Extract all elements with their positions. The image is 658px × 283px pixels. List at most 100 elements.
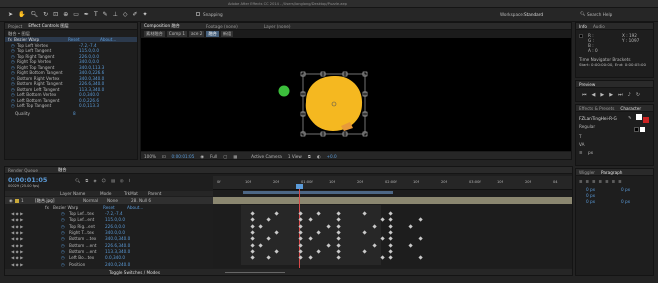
exposure-value[interactable]: +0.0 [326,154,336,159]
timeline-fx-icon[interactable]: fx [45,205,53,210]
tab-effects-presets[interactable]: Effects & Presets [579,106,614,111]
timeline-property-value[interactable]: -7.2,-7.4 [105,211,123,216]
property-value[interactable]: 340.0,340.0 [79,76,104,81]
tab-footage[interactable]: Footage (none) [206,24,238,29]
layer-name[interactable]: [融合.jpg] [35,198,83,204]
justify-left-icon[interactable]: ≡ [599,179,603,184]
breadcrumb-item[interactable]: 融合 [206,31,219,37]
timeline-effect-about[interactable]: About... [127,205,143,210]
grid-icon[interactable]: ▦ [233,154,237,159]
puppet-tool-icon[interactable]: ✦ [143,11,148,18]
property-value[interactable]: -7.2,-7.4 [79,43,97,48]
keyframe-marker[interactable] [418,255,423,260]
timeline-property-row[interactable]: ◀ ◆ ▶ ◷ Left Bo...tex 0.0,340.0 [5,255,213,260]
property-value[interactable]: 115.0,0.0 [79,48,99,53]
stopwatch-icon[interactable]: ◷ [61,236,69,241]
property-value[interactable]: 0.0,226.6 [79,98,99,103]
resolution-select[interactable]: Full [210,154,217,159]
camera-select[interactable]: Active Camera [251,154,282,159]
keyframe-marker[interactable] [418,217,423,223]
audio-icon[interactable]: ♪ [628,92,631,98]
breadcrumb-item[interactable]: 素材融合 [144,31,165,37]
effect-about-link[interactable]: About... [100,37,116,42]
timeline-property-row[interactable]: ◀ ◆ ▶ ◷ Bottom ...ent 113.3,340.0 [5,249,213,254]
keyframe-marker[interactable] [388,230,393,235]
keyframe-nav-icon[interactable]: ◀ ◆ ▶ [11,211,25,216]
draft-3d-icon[interactable]: ◈ [93,178,96,184]
timeline-property-value[interactable]: 113.3,340.0 [105,249,130,254]
stroke-color-swatch[interactable] [643,117,649,123]
timeline-property-value[interactable]: 0.0,340.0 [105,255,125,260]
property-value[interactable]: 226.6,340.0 [79,81,104,86]
align-center-icon[interactable]: ≡ [586,179,590,184]
keyframe-marker[interactable] [388,236,393,242]
keyframe-marker[interactable] [388,249,393,254]
stopwatch-icon[interactable]: ◷ [61,230,69,235]
timeline-property-row[interactable]: ◀ ◆ ▶ ◷ Position 240.0,240.0 [5,261,213,267]
tab-layer[interactable]: Layer (none) [264,24,291,29]
time-ruler[interactable]: 0f 10f 20f 01:00f 10f 20f 02:00f 10f 20f 03:00f 10… [213,176,572,190]
prev-frame-icon[interactable]: ◀ [592,92,596,98]
property-value[interactable]: 0.0,113.3 [79,103,99,108]
current-timecode[interactable]: 0:00:01:05 [172,154,195,159]
zoom-tool-icon[interactable]: 🔍︎ [31,11,39,18]
comp-mini-flowchart-icon[interactable]: ⧉ [85,178,88,184]
text-tool-icon[interactable]: T [94,11,98,18]
layer-parent-select[interactable]: 28. Null 6 [131,198,151,203]
timeline-property-row[interactable]: ◀ ◆ ▶ ◷ Bottom ...ent 226.6,340.0 [5,243,213,248]
keyframe-marker[interactable] [388,223,393,229]
snapping-checkbox[interactable] [196,12,200,16]
indent-right-value[interactable]: 0 px [621,187,630,192]
tab-info[interactable]: Info [579,24,587,29]
tab-render-queue[interactable]: Render Queue [8,168,38,173]
timeline-property-value[interactable]: 340.0,0.0 [105,230,125,235]
timeline-property-row[interactable]: ◀ ◆ ▶ ◷ Right T...tex 340.0,0.0 [5,230,213,235]
justify-all-icon[interactable]: ≡ [618,179,622,184]
timeline-property-row[interactable]: ◀ ◆ ▶ ◷ Top Lef...tex -7.2,-7.4 [5,211,213,216]
timeline-property-row[interactable]: ◀ ◆ ▶ ◷ Top Rig...ent 226.0,0.0 [5,224,213,229]
timeline-property-value[interactable]: 240.0,240.0 [105,262,130,267]
property-value[interactable]: 340.0,226.6 [79,70,104,75]
timeline-effect-reset[interactable]: Reset [103,205,127,210]
zoom-select[interactable]: 100% [144,154,156,159]
breadcrumb-item[interactable]: 新组 [220,31,234,37]
font-style-select[interactable]: Regular [579,124,595,129]
fx-icon[interactable]: fx [8,37,12,42]
tab-audio[interactable]: Audio [593,24,605,29]
keyframe-nav-icon[interactable]: ◀ ◆ ▶ [11,249,25,254]
space-after-value[interactable]: 0 px [621,199,630,204]
timeline-property-row[interactable]: ◀ ◆ ▶ ◷ Top Lef...ent 115.0,0.0 [5,217,213,222]
fill-color-swatch[interactable] [636,114,642,120]
tab-project[interactable]: Project [8,24,22,29]
keyframe-nav-icon[interactable]: ◀ ◆ ▶ [11,255,25,260]
timeline-timecode[interactable]: 0:00:01:05 [8,176,47,184]
keyframe-marker[interactable] [388,211,393,216]
playhead-handle[interactable] [296,184,303,189]
stopwatch-icon[interactable]: ◷ [61,224,69,229]
timeline-property-row[interactable]: ◀ ◆ ▶ ◷ Bottom ...tex 340.0,340.0 [5,236,213,241]
stopwatch-icon[interactable]: ◷ [61,262,69,267]
exposure-icon[interactable]: ◐ [317,154,321,159]
property-value[interactable]: 340.0,113.3 [79,65,104,70]
quality-value[interactable]: 8 [73,111,76,116]
stopwatch-icon[interactable]: ◷ [61,211,69,216]
space-before-value[interactable]: 0 px [586,199,595,204]
keyframe-nav-icon[interactable]: ◀ ◆ ▶ [11,262,25,267]
effect-reset-link[interactable]: Reset [68,37,100,42]
views-select[interactable]: 1 View [288,154,302,159]
pen-tool-icon[interactable]: ✒ [84,11,89,18]
tab-timeline-comp[interactable]: 融合 [58,167,66,173]
composition-viewer[interactable] [141,38,571,151]
keyframe-nav-icon[interactable]: ◀ ◆ ▶ [11,236,25,241]
region-icon[interactable]: ▢ [223,154,227,159]
keyframe-marker[interactable] [388,255,393,260]
timeline-search-icon[interactable]: 🔍︎ [75,178,80,184]
timeline-property-value[interactable]: 340.0,340.0 [105,236,130,241]
frame-blending-icon[interactable]: ▤ [111,178,115,184]
shy-icon[interactable]: ☺ [102,178,106,184]
tab-composition[interactable]: Composition 融合 [144,23,180,29]
tab-paragraph[interactable]: Paragraph [601,170,622,175]
play-icon[interactable]: ▶ [600,92,604,98]
col-parent[interactable]: Parent [148,191,161,196]
work-area-bar[interactable] [243,191,393,194]
